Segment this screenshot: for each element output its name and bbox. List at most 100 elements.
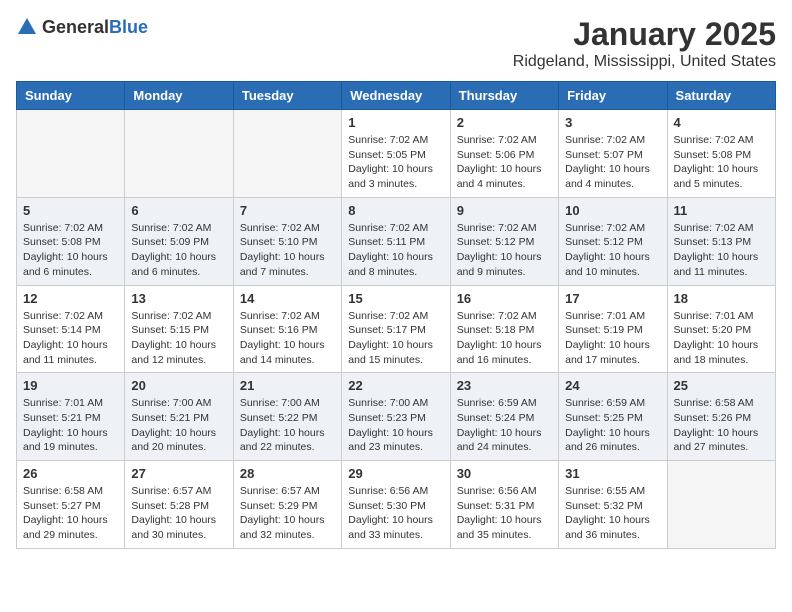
day-number: 8 (348, 203, 443, 218)
week-row-4: 19 Sunrise: 7:01 AM Sunset: 5:21 PM Dayl… (17, 373, 776, 461)
logo-blue: Blue (109, 17, 148, 37)
day-number: 11 (674, 203, 769, 218)
day-info: Sunrise: 6:56 AM Sunset: 5:30 PM Dayligh… (348, 485, 433, 541)
table-cell: 13 Sunrise: 7:02 AM Sunset: 5:15 PM Dayl… (125, 285, 233, 373)
day-number: 4 (674, 115, 769, 130)
day-number: 20 (131, 378, 226, 393)
header: GeneralBlue January 2025 Ridgeland, Miss… (16, 16, 776, 71)
col-monday: Monday (125, 82, 233, 110)
day-number: 30 (457, 466, 552, 481)
day-number: 6 (131, 203, 226, 218)
day-number: 3 (565, 115, 660, 130)
calendar-header-row: Sunday Monday Tuesday Wednesday Thursday… (17, 82, 776, 110)
col-saturday: Saturday (667, 82, 775, 110)
week-row-3: 12 Sunrise: 7:02 AM Sunset: 5:14 PM Dayl… (17, 285, 776, 373)
day-number: 16 (457, 291, 552, 306)
table-cell (125, 110, 233, 198)
table-cell: 1 Sunrise: 7:02 AM Sunset: 5:05 PM Dayli… (342, 110, 450, 198)
week-row-5: 26 Sunrise: 6:58 AM Sunset: 5:27 PM Dayl… (17, 461, 776, 549)
day-number: 23 (457, 378, 552, 393)
day-info: Sunrise: 7:00 AM Sunset: 5:21 PM Dayligh… (131, 397, 216, 453)
day-number: 1 (348, 115, 443, 130)
day-info: Sunrise: 7:01 AM Sunset: 5:20 PM Dayligh… (674, 310, 759, 366)
calendar: Sunday Monday Tuesday Wednesday Thursday… (16, 81, 776, 549)
title-area: January 2025 Ridgeland, Mississippi, Uni… (513, 16, 776, 71)
table-cell: 7 Sunrise: 7:02 AM Sunset: 5:10 PM Dayli… (233, 197, 341, 285)
day-number: 24 (565, 378, 660, 393)
week-row-2: 5 Sunrise: 7:02 AM Sunset: 5:08 PM Dayli… (17, 197, 776, 285)
col-wednesday: Wednesday (342, 82, 450, 110)
logo-general: General (42, 17, 109, 37)
day-info: Sunrise: 7:02 AM Sunset: 5:10 PM Dayligh… (240, 222, 325, 278)
day-number: 28 (240, 466, 335, 481)
day-number: 2 (457, 115, 552, 130)
table-cell: 5 Sunrise: 7:02 AM Sunset: 5:08 PM Dayli… (17, 197, 125, 285)
day-number: 14 (240, 291, 335, 306)
day-number: 22 (348, 378, 443, 393)
day-number: 29 (348, 466, 443, 481)
day-info: Sunrise: 7:01 AM Sunset: 5:19 PM Dayligh… (565, 310, 650, 366)
table-cell: 17 Sunrise: 7:01 AM Sunset: 5:19 PM Dayl… (559, 285, 667, 373)
day-number: 9 (457, 203, 552, 218)
table-cell: 16 Sunrise: 7:02 AM Sunset: 5:18 PM Dayl… (450, 285, 558, 373)
table-cell: 29 Sunrise: 6:56 AM Sunset: 5:30 PM Dayl… (342, 461, 450, 549)
day-info: Sunrise: 6:57 AM Sunset: 5:29 PM Dayligh… (240, 485, 325, 541)
day-info: Sunrise: 7:01 AM Sunset: 5:21 PM Dayligh… (23, 397, 108, 453)
day-number: 19 (23, 378, 118, 393)
day-info: Sunrise: 6:56 AM Sunset: 5:31 PM Dayligh… (457, 485, 542, 541)
day-info: Sunrise: 7:02 AM Sunset: 5:05 PM Dayligh… (348, 134, 433, 190)
table-cell (17, 110, 125, 198)
day-info: Sunrise: 7:02 AM Sunset: 5:08 PM Dayligh… (674, 134, 759, 190)
table-cell: 20 Sunrise: 7:00 AM Sunset: 5:21 PM Dayl… (125, 373, 233, 461)
table-cell: 15 Sunrise: 7:02 AM Sunset: 5:17 PM Dayl… (342, 285, 450, 373)
day-number: 25 (674, 378, 769, 393)
table-cell: 26 Sunrise: 6:58 AM Sunset: 5:27 PM Dayl… (17, 461, 125, 549)
day-info: Sunrise: 7:02 AM Sunset: 5:07 PM Dayligh… (565, 134, 650, 190)
table-cell: 21 Sunrise: 7:00 AM Sunset: 5:22 PM Dayl… (233, 373, 341, 461)
table-cell: 2 Sunrise: 7:02 AM Sunset: 5:06 PM Dayli… (450, 110, 558, 198)
day-info: Sunrise: 6:58 AM Sunset: 5:27 PM Dayligh… (23, 485, 108, 541)
table-cell: 11 Sunrise: 7:02 AM Sunset: 5:13 PM Dayl… (667, 197, 775, 285)
table-cell (667, 461, 775, 549)
month-title: January 2025 (513, 16, 776, 53)
table-cell: 28 Sunrise: 6:57 AM Sunset: 5:29 PM Dayl… (233, 461, 341, 549)
table-cell (233, 110, 341, 198)
day-number: 27 (131, 466, 226, 481)
table-cell: 9 Sunrise: 7:02 AM Sunset: 5:12 PM Dayli… (450, 197, 558, 285)
table-cell: 8 Sunrise: 7:02 AM Sunset: 5:11 PM Dayli… (342, 197, 450, 285)
day-info: Sunrise: 7:02 AM Sunset: 5:12 PM Dayligh… (457, 222, 542, 278)
table-cell: 6 Sunrise: 7:02 AM Sunset: 5:09 PM Dayli… (125, 197, 233, 285)
day-number: 7 (240, 203, 335, 218)
day-number: 18 (674, 291, 769, 306)
table-cell: 31 Sunrise: 6:55 AM Sunset: 5:32 PM Dayl… (559, 461, 667, 549)
table-cell: 22 Sunrise: 7:00 AM Sunset: 5:23 PM Dayl… (342, 373, 450, 461)
day-info: Sunrise: 6:59 AM Sunset: 5:24 PM Dayligh… (457, 397, 542, 453)
table-cell: 3 Sunrise: 7:02 AM Sunset: 5:07 PM Dayli… (559, 110, 667, 198)
table-cell: 19 Sunrise: 7:01 AM Sunset: 5:21 PM Dayl… (17, 373, 125, 461)
day-number: 21 (240, 378, 335, 393)
day-info: Sunrise: 7:02 AM Sunset: 5:15 PM Dayligh… (131, 310, 216, 366)
day-info: Sunrise: 7:02 AM Sunset: 5:08 PM Dayligh… (23, 222, 108, 278)
day-info: Sunrise: 7:02 AM Sunset: 5:18 PM Dayligh… (457, 310, 542, 366)
day-info: Sunrise: 7:00 AM Sunset: 5:22 PM Dayligh… (240, 397, 325, 453)
day-info: Sunrise: 7:02 AM Sunset: 5:12 PM Dayligh… (565, 222, 650, 278)
day-info: Sunrise: 6:55 AM Sunset: 5:32 PM Dayligh… (565, 485, 650, 541)
table-cell: 24 Sunrise: 6:59 AM Sunset: 5:25 PM Dayl… (559, 373, 667, 461)
table-cell: 10 Sunrise: 7:02 AM Sunset: 5:12 PM Dayl… (559, 197, 667, 285)
day-number: 31 (565, 466, 660, 481)
table-cell: 18 Sunrise: 7:01 AM Sunset: 5:20 PM Dayl… (667, 285, 775, 373)
table-cell: 12 Sunrise: 7:02 AM Sunset: 5:14 PM Dayl… (17, 285, 125, 373)
col-friday: Friday (559, 82, 667, 110)
day-number: 26 (23, 466, 118, 481)
logo: GeneralBlue (16, 16, 148, 38)
table-cell: 23 Sunrise: 6:59 AM Sunset: 5:24 PM Dayl… (450, 373, 558, 461)
day-number: 10 (565, 203, 660, 218)
col-tuesday: Tuesday (233, 82, 341, 110)
day-info: Sunrise: 7:02 AM Sunset: 5:14 PM Dayligh… (23, 310, 108, 366)
day-number: 13 (131, 291, 226, 306)
logo-text: GeneralBlue (42, 17, 148, 38)
day-info: Sunrise: 7:02 AM Sunset: 5:11 PM Dayligh… (348, 222, 433, 278)
week-row-1: 1 Sunrise: 7:02 AM Sunset: 5:05 PM Dayli… (17, 110, 776, 198)
day-info: Sunrise: 7:02 AM Sunset: 5:13 PM Dayligh… (674, 222, 759, 278)
day-number: 15 (348, 291, 443, 306)
